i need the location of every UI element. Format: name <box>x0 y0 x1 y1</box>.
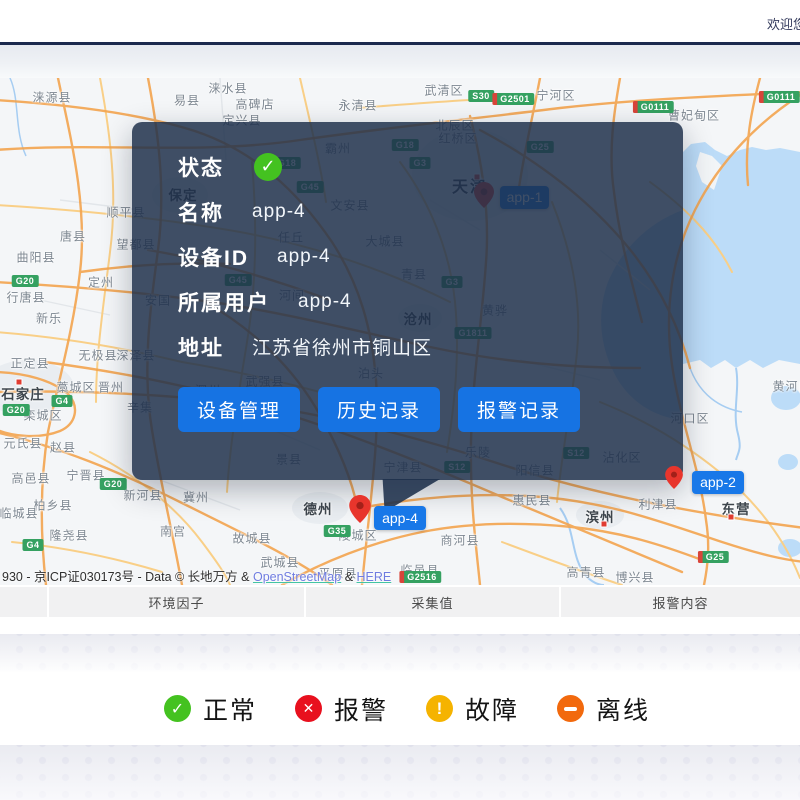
road-shield: G20 <box>12 275 39 287</box>
normal-check-icon <box>164 695 191 722</box>
divider-dot-band <box>0 634 800 672</box>
status-label: 状态 <box>178 152 224 182</box>
road-shield: G4 <box>22 539 43 551</box>
address-value: 江苏省徐州市铜山区 <box>252 333 432 360</box>
column-header-value: 采集值 <box>306 587 559 617</box>
road-shield: G0111 <box>759 91 800 103</box>
road-shield: S30 <box>468 90 494 102</box>
road-shield: G25 <box>698 551 729 563</box>
road-shield: G2516 <box>399 571 441 583</box>
table-header: 环境因子 采集值 报警内容 <box>0 587 800 617</box>
device-map-page: 欢迎您 <box>0 0 800 800</box>
fault-exclamation-icon <box>426 695 453 722</box>
road-shield: G0111 <box>633 101 674 113</box>
name-value: app-4 <box>252 201 306 223</box>
legend-item-offline: 离线 <box>557 691 650 727</box>
pin-icon <box>665 466 683 489</box>
marker-label-app-2[interactable]: app-2 <box>692 471 744 494</box>
pin-icon <box>349 495 371 523</box>
alarm-record-button[interactable]: 报警记录 <box>458 387 580 432</box>
road-shield: G4 <box>51 395 72 407</box>
sub-header-band <box>0 45 800 78</box>
name-label: 名称 <box>178 197 224 227</box>
alarm-x-icon <box>295 695 322 722</box>
status-legend: 正常 报警 故障 离线 <box>0 672 800 745</box>
device-id-value: app-4 <box>277 246 331 268</box>
attribution-text: 930 - 京ICP证030173号 - Data © 长地万方 & <box>2 570 253 584</box>
device-info-popup: 状态 名称 app-4 设备ID app-4 所属用户 app-4 地址 江苏省… <box>132 122 683 480</box>
legend-item-alarm: 报警 <box>295 691 388 727</box>
map-marker-app-4[interactable] <box>349 495 371 528</box>
device-manage-button[interactable]: 设备管理 <box>178 387 300 432</box>
road-shield: G2501 <box>492 93 534 105</box>
address-label: 地址 <box>178 332 224 362</box>
here-link[interactable]: HERE <box>357 570 392 584</box>
road-shield: G35 <box>324 525 351 537</box>
column-header-alarm: 报警内容 <box>561 587 800 617</box>
footer-dot-band <box>0 745 800 800</box>
owner-label: 所属用户 <box>178 287 270 317</box>
offline-minus-icon <box>557 695 584 722</box>
legend-item-fault: 故障 <box>426 691 519 727</box>
column-header-factor: 环境因子 <box>49 587 304 617</box>
column-header-empty <box>0 587 47 617</box>
map-marker-app-2[interactable] <box>665 466 683 494</box>
map-canvas[interactable]: 涞源县易县涞水县高碑店定兴县永清县武清区宁河区曹妃甸区顺平县唐县望都县曲阳县定州… <box>0 78 800 585</box>
owner-value: app-4 <box>298 291 352 313</box>
road-shield: G20 <box>3 404 30 416</box>
osm-link[interactable]: OpenStreetMap <box>253 570 341 584</box>
legend-item-normal: 正常 <box>164 691 257 727</box>
road-shield: G20 <box>100 478 127 490</box>
welcome-text: 欢迎您 <box>767 14 800 33</box>
top-bar: 欢迎您 <box>0 0 800 42</box>
map-attribution: 930 - 京ICP证030173号 - Data © 长地万方 & OpenS… <box>2 566 391 585</box>
device-id-label: 设备ID <box>178 242 249 272</box>
status-ok-icon <box>254 153 282 181</box>
history-record-button[interactable]: 历史记录 <box>318 387 440 432</box>
marker-label-app-4[interactable]: app-4 <box>374 506 426 530</box>
